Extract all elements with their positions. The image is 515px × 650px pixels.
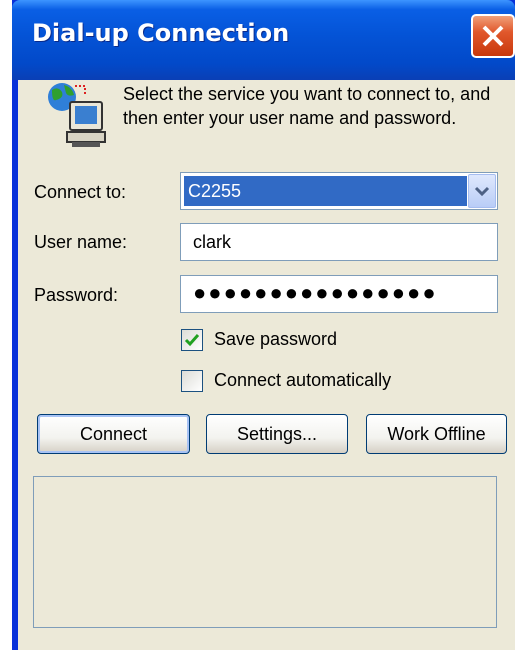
user-name-label: User name: bbox=[34, 232, 128, 252]
close-x-icon bbox=[482, 25, 504, 47]
connect-to-value: C2255 bbox=[184, 176, 467, 206]
password-input[interactable]: ●●●●●●●●●●●●●●●● bbox=[180, 275, 498, 313]
window-title: Dial-up Connection bbox=[32, 19, 290, 47]
intro-text: Select the service you want to connect t… bbox=[123, 84, 491, 128]
connect-automatically-label[interactable]: Connect automatically bbox=[214, 370, 391, 391]
check-mark-icon bbox=[184, 334, 200, 347]
chevron-down-icon bbox=[474, 186, 490, 197]
save-password-checkbox[interactable] bbox=[181, 329, 203, 351]
dropdown-button[interactable] bbox=[468, 174, 496, 208]
user-name-input[interactable]: clark bbox=[180, 223, 498, 261]
save-password-label[interactable]: Save password bbox=[214, 329, 337, 350]
connect-button[interactable]: Connect bbox=[37, 414, 190, 454]
settings-button[interactable]: Settings... bbox=[206, 414, 348, 454]
connect-to-select[interactable]: C2255 bbox=[180, 172, 498, 210]
connect-automatically-checkbox[interactable] bbox=[181, 370, 203, 392]
status-panel bbox=[33, 476, 497, 628]
work-offline-button[interactable]: Work Offline bbox=[366, 414, 507, 454]
title-bar[interactable]: Dial-up Connection bbox=[12, 0, 515, 80]
close-button[interactable] bbox=[471, 14, 515, 58]
globe-computer-icon bbox=[48, 83, 106, 147]
password-label: Password: bbox=[34, 285, 119, 305]
connect-to-label: Connect to: bbox=[34, 182, 127, 202]
